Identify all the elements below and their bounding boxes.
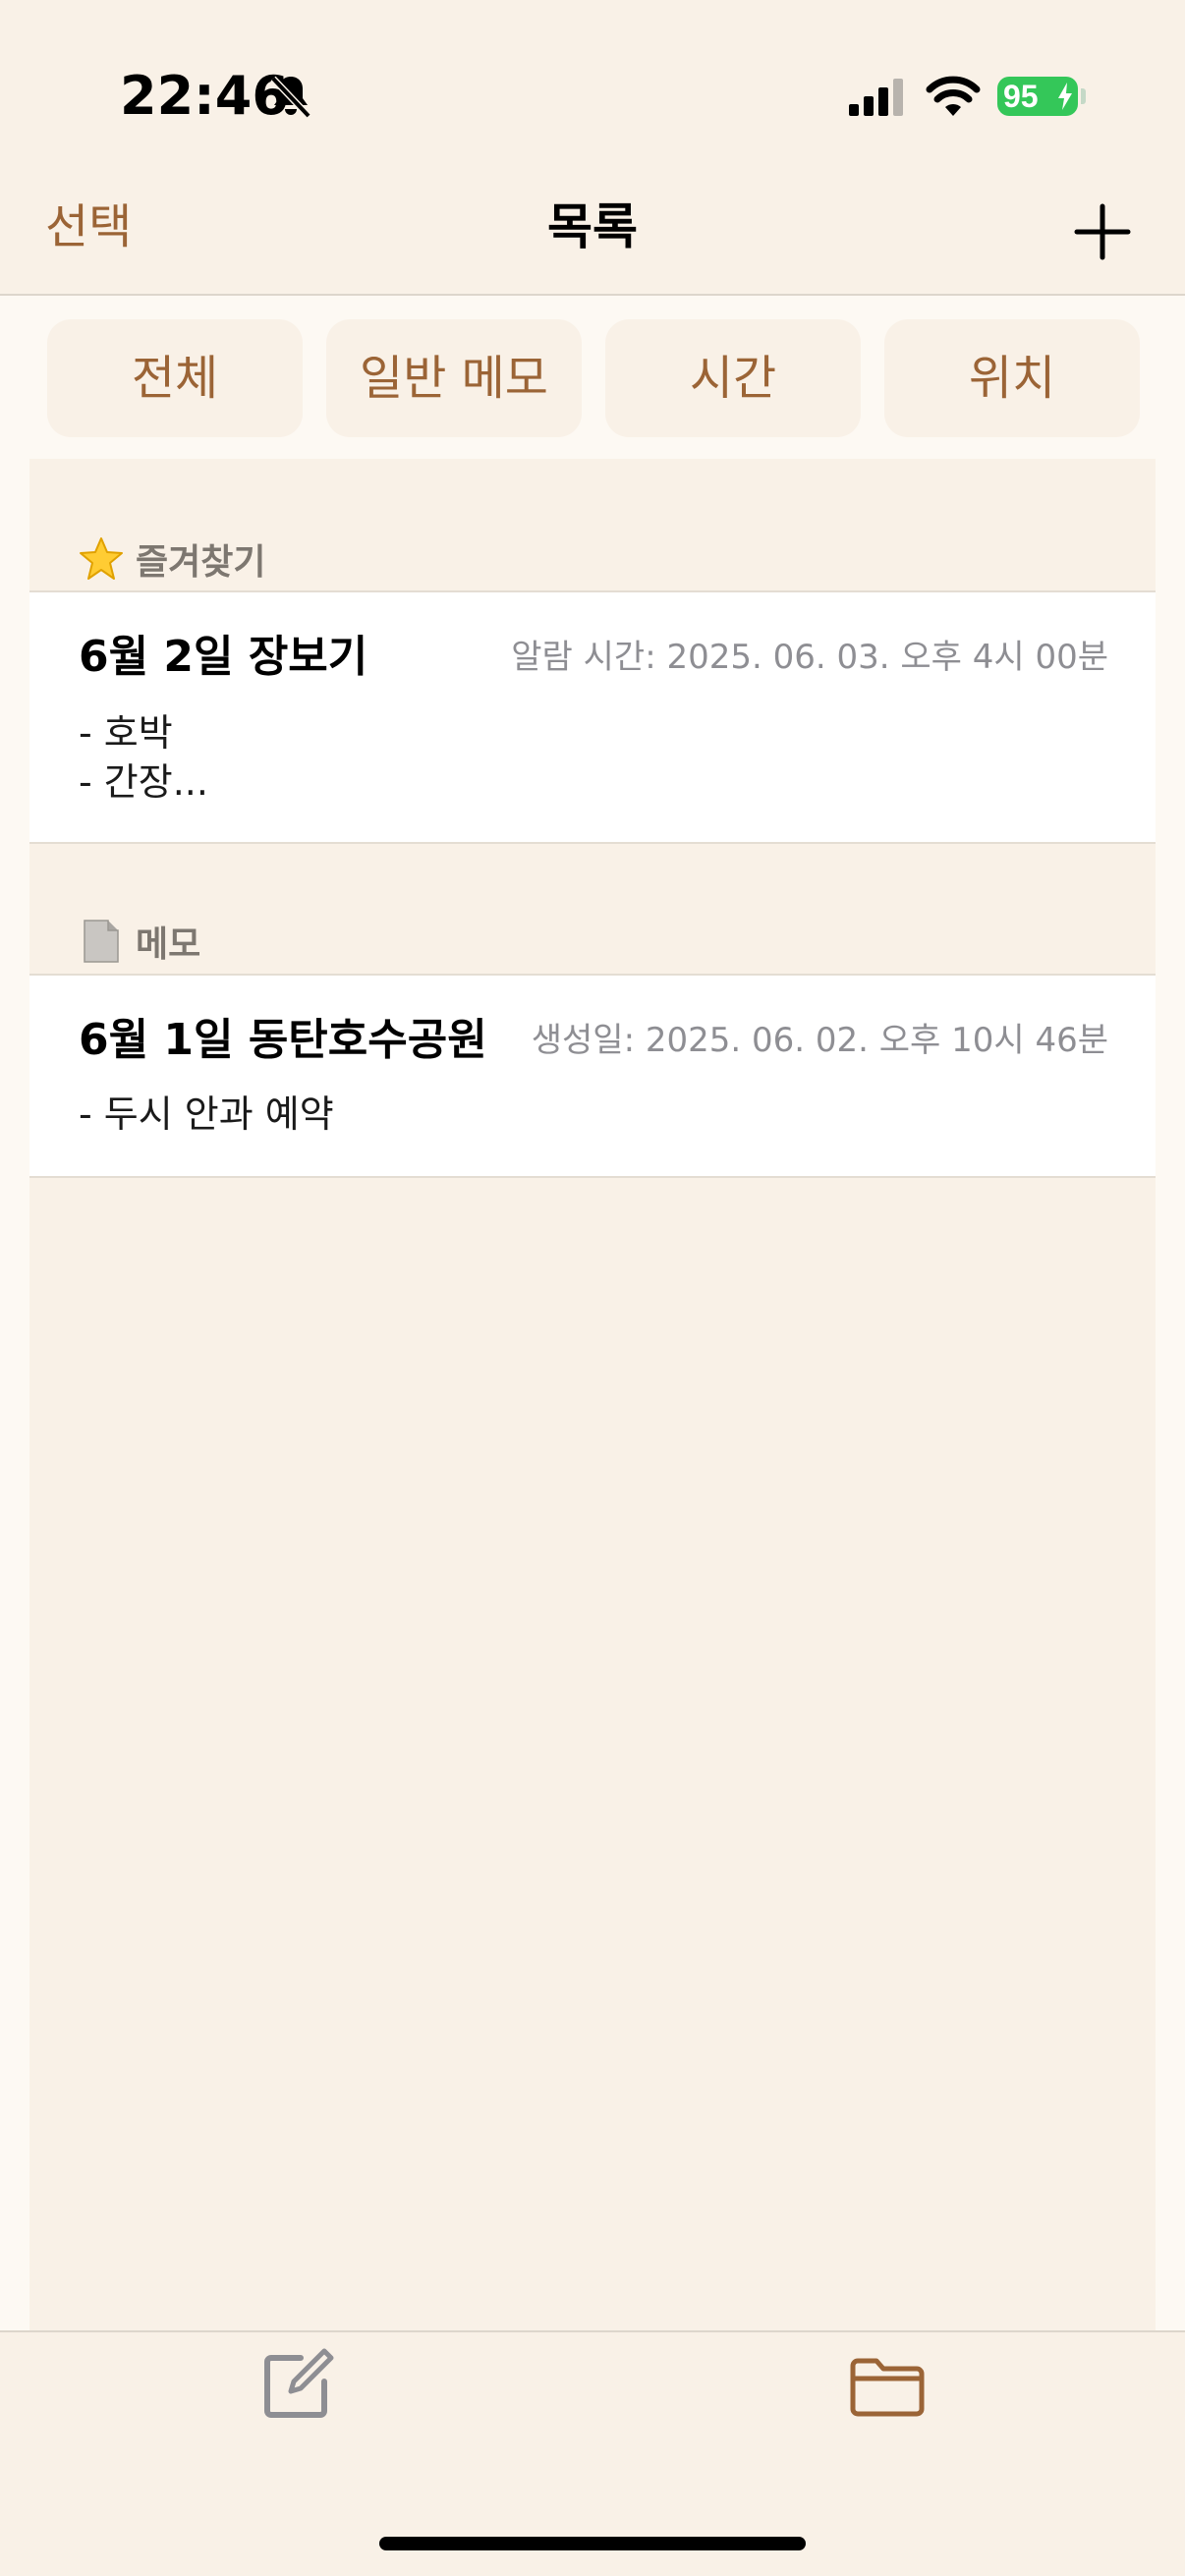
list-item[interactable]: 6월 2일 장보기 알람 시간: 2025. 06. 03. 오후 4시 00분…	[29, 590, 1156, 844]
memo-title: 6월 2일 장보기	[79, 632, 368, 682]
filter-chip-all[interactable]: 전체	[47, 319, 303, 437]
filter-chip-general-memo[interactable]: 일반 메모	[326, 319, 582, 437]
list-item[interactable]: 6월 1일 동탄호수공원 생성일: 2025. 06. 02. 오후 10시 4…	[29, 974, 1156, 1178]
add-icon[interactable]	[1073, 202, 1132, 261]
battery-level: 95	[1003, 79, 1039, 114]
section-header-favorites: 즐겨찾기	[79, 530, 265, 588]
wifi-icon	[926, 76, 981, 116]
filter-chip-location[interactable]: 위치	[884, 319, 1140, 437]
home-indicator	[379, 2537, 806, 2550]
battery-tip	[1081, 88, 1086, 104]
document-icon	[84, 920, 119, 963]
folder-icon[interactable]	[847, 2354, 928, 2419]
memo-title: 6월 1일 동탄호수공원	[79, 1015, 487, 1065]
section-label: 즐겨찾기	[136, 542, 266, 583]
compose-icon[interactable]	[261, 2346, 336, 2421]
star-icon	[80, 537, 123, 580]
battery-indicator: 95	[997, 77, 1078, 116]
select-button[interactable]: 선택	[45, 193, 132, 261]
cellular-signal-icon	[849, 79, 903, 116]
bell-slash-icon	[270, 76, 311, 119]
charging-bolt-icon	[1058, 83, 1072, 110]
header-area	[0, 0, 1185, 296]
status-time: 22:46	[120, 65, 289, 127]
memo-preview: - 호박 - 간장...	[79, 711, 208, 804]
memo-preview: - 두시 안과 예약	[79, 1092, 334, 1136]
memo-created-date: 생성일: 2025. 06. 02. 오후 10시 46분	[531, 1021, 1108, 1060]
section-header-memos: 메모	[79, 912, 200, 971]
section-label: 메모	[136, 924, 201, 965]
filter-chip-time[interactable]: 시간	[605, 319, 861, 437]
memo-alarm-time: 알람 시간: 2025. 06. 03. 오후 4시 00분	[511, 638, 1108, 677]
